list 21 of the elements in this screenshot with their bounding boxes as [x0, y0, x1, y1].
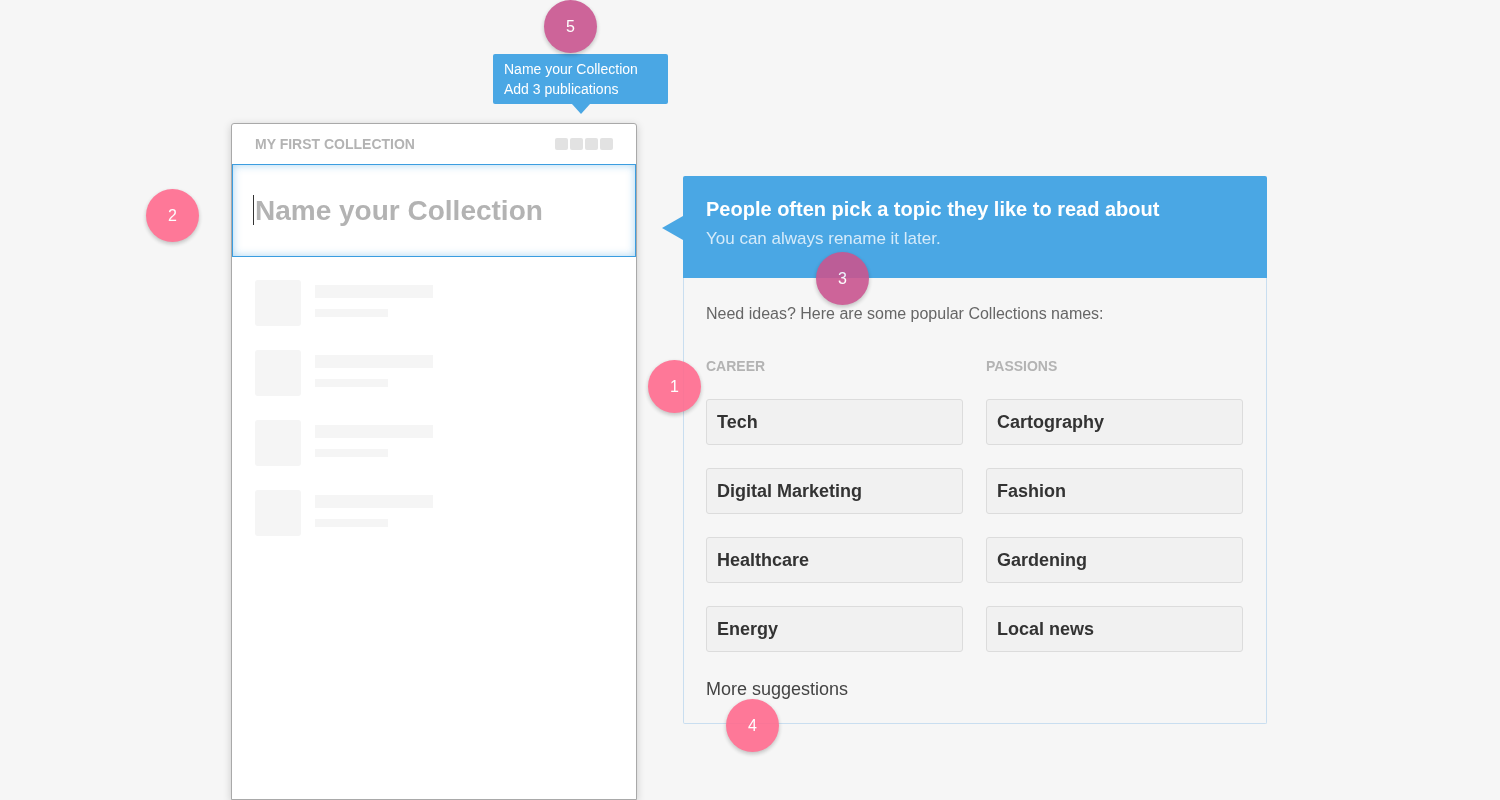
- suggestion-button[interactable]: Gardening: [986, 537, 1243, 583]
- suggestion-button[interactable]: Energy: [706, 606, 963, 652]
- progress-segments-icon: [555, 138, 613, 150]
- annotation-marker: 2: [146, 189, 199, 242]
- suggestion-button[interactable]: Local news: [986, 606, 1243, 652]
- suggestion-button[interactable]: Cartography: [986, 399, 1243, 445]
- name-field[interactable]: Name your Collection: [232, 164, 636, 257]
- collection-title: MY FIRST COLLECTION: [255, 134, 415, 154]
- tooltip-text: Add 3 publications: [504, 82, 620, 96]
- suggestion-button[interactable]: Healthcare: [706, 537, 963, 583]
- suggestions-intro: Need ideas? Here are some popular Collections names:: [706, 304, 1105, 324]
- category-heading: CAREER: [706, 358, 767, 374]
- suggestion-button[interactable]: Tech: [706, 399, 963, 445]
- tip-title: People often pick a topic they like to read about: [706, 197, 1161, 221]
- text-cursor: [253, 195, 254, 225]
- annotation-marker: 5: [544, 0, 597, 53]
- category-heading: PASSIONS: [986, 358, 1059, 374]
- suggestion-button[interactable]: Digital Marketing: [706, 468, 963, 514]
- tip-subtitle: You can always rename it later.: [706, 229, 941, 249]
- tooltip-text: Name your Collection: [504, 62, 639, 76]
- suggestion-button[interactable]: Fashion: [986, 468, 1243, 514]
